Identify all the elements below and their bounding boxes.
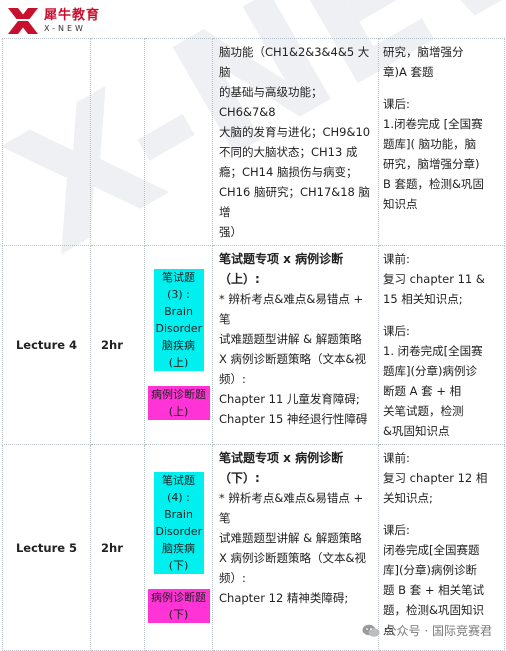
- content-line: 脑功能（CH1&2&3&4&5 大脑: [219, 45, 370, 79]
- tag-line: (上): [168, 405, 189, 418]
- hours-cell: 2hr: [90, 444, 145, 651]
- study-plan-cell: 课前: 复习 chapter 11 & 15 相关知识点; 课后: 1. 闭卷完成[全国…: [378, 245, 505, 445]
- content-line: CH16 脑研究；CH17&18 脑增: [219, 185, 371, 219]
- content-line: Chapter 11 儿童发育障碍;: [219, 392, 360, 406]
- hours-cell: 2hr: [90, 245, 145, 445]
- lecture-cell: [2, 38, 91, 246]
- tag-line: Brain: [164, 507, 193, 521]
- after-class-line: 闭卷完成[全国赛题: [383, 543, 480, 557]
- lecture-content-cell: 笔试题专项 x 病例诊断 （下）: * 辨析考点&难点&易错点 + 笔试难题题型讲解…: [212, 444, 379, 651]
- written-exam-tag: 笔试题 (3) : Brain Disorder 脑疾病 (上): [153, 269, 204, 371]
- tag-line: 脑疾病: [162, 541, 195, 555]
- content-line: 试难题题型讲解 & 解题策略: [219, 332, 362, 346]
- after-class-line: 库](分章)病例诊断: [383, 563, 477, 577]
- after-class-label: 课后:: [383, 324, 410, 338]
- before-class-line: 关知识点;: [383, 491, 433, 505]
- content-line: 频）:: [219, 571, 246, 585]
- wechat-icon: [362, 624, 380, 637]
- lecture-content-cell: 笔试题专项 x 病例诊断 （上）: * 辨析考点&难点&易错点 + 笔试难题题型讲解…: [212, 245, 379, 445]
- table-row: Lecture 5 2hr 笔试题 (4) : Brain Disorder 脑疾病 (下) 病…: [2, 444, 505, 651]
- after-class-line: 断题 A 套 + 相: [383, 384, 462, 398]
- content-line: Chapter 12 精神类障碍;: [219, 591, 349, 605]
- case-diagnosis-tag: 病例诊断题 (下): [147, 588, 210, 623]
- tag-line: (下): [168, 607, 189, 621]
- written-exam-tag: 笔试题 (4) : Brain Disorder 脑疾病 (下): [153, 471, 204, 574]
- content-title: （上）:: [219, 272, 260, 286]
- tag-line: 脑疾病: [162, 339, 195, 352]
- footer-text: 公众号 · 国际竞赛君: [384, 624, 492, 638]
- tag-line: Brain: [164, 305, 193, 318]
- tag-line: (上): [168, 356, 189, 369]
- content-title: 笔试题专项 x 病例诊断: [219, 252, 344, 266]
- brand-name-en: X-NEW: [44, 24, 86, 33]
- after-class-line: 题库]( 脑功能，脑: [383, 137, 477, 151]
- content-line: * 辨析考点&难点&易错点 + 笔: [219, 491, 364, 525]
- before-class-line: 复习 chapter 11 &: [383, 272, 485, 286]
- study-plan-cell: 研究，脑增强分 章)A 套题 课后: 1.闭卷完成 [全国赛 题库]( 脑功能，脑 研究，…: [378, 38, 505, 246]
- before-class-line: 章)A 套题: [383, 65, 434, 79]
- lecture-content-cell: 脑功能（CH1&2&3&4&5 大脑 的基础与高级功能；CH6&7&8 大脑的发育与…: [212, 38, 379, 246]
- content-title: 笔试题专项 x 病例诊断: [219, 451, 344, 465]
- tag-line: Disorder: [155, 524, 203, 538]
- hours-cell: [90, 38, 145, 246]
- content-line: Chapter 15 神经退行性障碍: [219, 412, 368, 426]
- content-line: * 辨析考点&难点&易错点 + 笔: [219, 292, 364, 326]
- table-row: 脑功能（CH1&2&3&4&5 大脑 的基础与高级功能；CH6&7&8 大脑的发育与…: [2, 38, 505, 246]
- study-plan-cell: 课前: 复习 chapter 12 相关知识点; 课后: 闭卷完成[全国赛题 库](分章…: [378, 444, 505, 651]
- after-class-line: B 套题，检测&巩固: [383, 177, 485, 191]
- after-class-line: 题库](分章)病例诊: [383, 364, 477, 378]
- after-class-line: &巩固知识点: [383, 424, 450, 438]
- content-line: 频）:: [219, 372, 246, 386]
- after-class-line: 知识点: [383, 197, 418, 211]
- tag-line: Disorder: [155, 322, 203, 335]
- after-class-line: 1. 闭卷完成[全国赛: [383, 344, 483, 358]
- content-line: 的基础与高级功能；CH6&7&8: [219, 85, 323, 119]
- tag-line: 病例诊断题: [151, 590, 206, 604]
- after-class-line: 1.闭卷完成 [全国赛: [383, 117, 483, 131]
- after-class-line: 关笔试题，检测: [383, 404, 464, 418]
- tag-line: 笔试题: [162, 473, 195, 487]
- before-class-line: 复习 chapter 12 相: [383, 471, 488, 485]
- tag-line: 笔试题: [162, 271, 195, 284]
- x-logo-icon: [6, 6, 40, 36]
- tag-line: (3) :: [167, 288, 190, 301]
- tag-line: (4) :: [167, 490, 190, 504]
- after-class-line: 研究，脑增强分章): [383, 157, 480, 171]
- footer-attribution: 公众号 · 国际竞赛君: [362, 622, 492, 639]
- lecture-cell: Lecture 4: [2, 245, 91, 445]
- content-line: X 病例诊断题策略（文本&视: [219, 551, 366, 565]
- before-class-label: 课前:: [383, 252, 410, 266]
- course-schedule-table: 脑功能（CH1&2&3&4&5 大脑 的基础与高级功能；CH6&7&8 大脑的发育与…: [2, 38, 505, 651]
- brand-name-cn: 犀牛教育: [44, 8, 101, 23]
- table-row: Lecture 4 2hr 笔试题 (3) : Brain Disorder 脑疾病 (上) 病…: [2, 245, 505, 445]
- after-class-label: 课后:: [383, 97, 410, 111]
- content-title: （下）:: [219, 471, 260, 485]
- topic-tags-cell: [144, 38, 213, 246]
- before-class-line: 15 相关知识点;: [383, 292, 463, 306]
- content-line: 试难题题型讲解 & 解题策略: [219, 531, 362, 545]
- after-class-label: 课后:: [383, 523, 410, 537]
- content-line: X 病例诊断题策略（文本&视: [219, 352, 366, 366]
- before-class-line: 研究，脑增强分: [383, 45, 464, 59]
- topic-tags-cell: 笔试题 (3) : Brain Disorder 脑疾病 (上) 病例诊断题 (上): [144, 245, 213, 445]
- brand-logo: 犀牛教育 X-NEW: [6, 4, 126, 38]
- after-class-line: 题 B 套 + 相关笔试: [383, 583, 485, 597]
- tag-line: (下): [168, 558, 189, 572]
- after-class-line: 题，检测&巩固知识: [383, 603, 484, 617]
- content-line: 强）: [219, 225, 242, 239]
- lecture-cell: Lecture 5: [2, 444, 91, 651]
- content-line: 大脑的发育与进化；CH9&10: [219, 125, 371, 139]
- tag-line: 病例诊断题: [151, 388, 206, 401]
- case-diagnosis-tag: 病例诊断题 (上): [147, 386, 210, 420]
- content-line: 瘾；CH14 脑损伤与病变；: [219, 165, 358, 179]
- before-class-label: 课前:: [383, 451, 410, 465]
- content-line: 不同的大脑状态；CH13 成: [219, 145, 358, 159]
- topic-tags-cell: 笔试题 (4) : Brain Disorder 脑疾病 (下) 病例诊断题 (下): [144, 444, 213, 651]
